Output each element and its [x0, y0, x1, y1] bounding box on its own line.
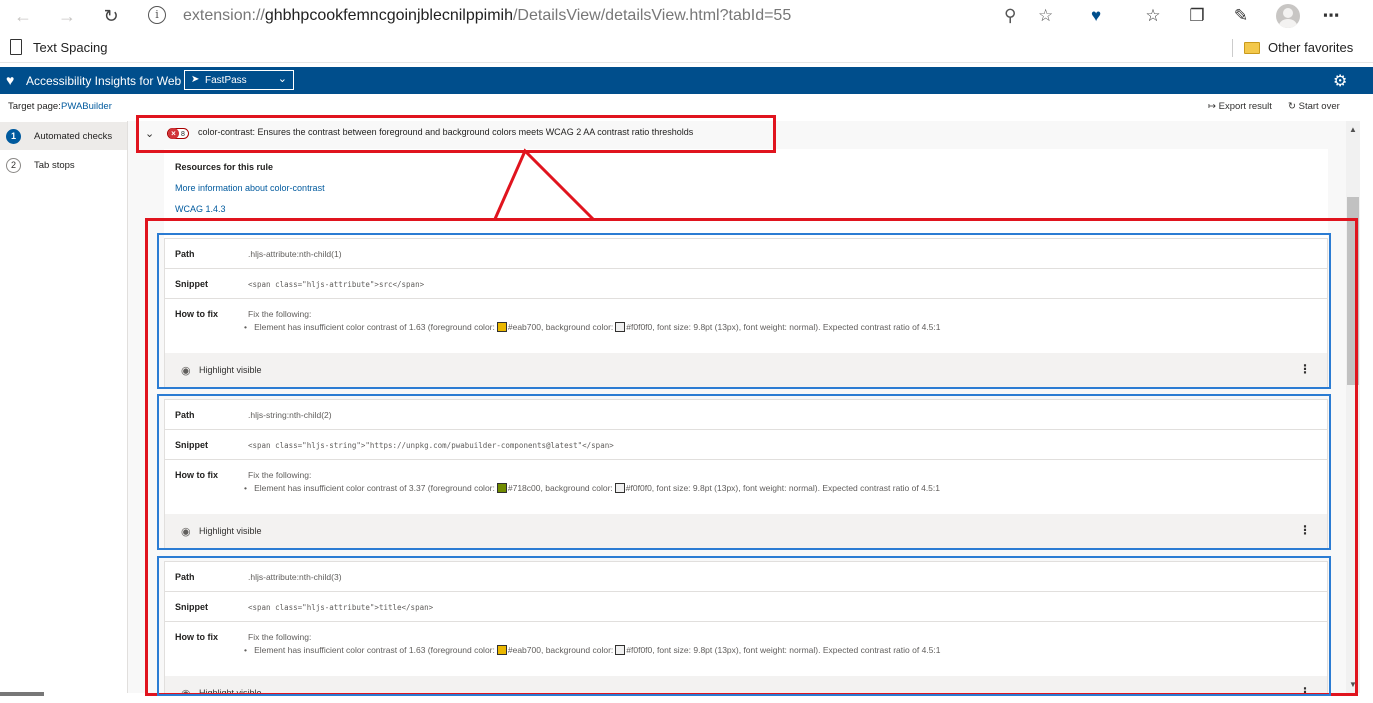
favorites-list-icon[interactable]: ☆: [1142, 6, 1164, 26]
scroll-up-icon[interactable]: ▲: [1349, 125, 1357, 134]
url-prefix: extension://: [183, 7, 265, 24]
back-arrow-icon[interactable]: ←: [12, 5, 34, 27]
browser-toolbar: ← → ↻ i extension://ghbhpcookfemncgoinjb…: [0, 0, 1373, 33]
nav-item-label: Automated checks: [34, 131, 113, 142]
star-icon[interactable]: ☆: [1038, 6, 1053, 26]
target-page-link[interactable]: PWABuilder: [61, 101, 112, 112]
url-host: ghbhpcookfemncgoinjblecnilppimih: [264, 7, 513, 24]
url-path: /DetailsView/detailsView.html?tabId=55: [512, 7, 792, 24]
start-over-icon: ↻: [1288, 101, 1296, 112]
favorites-divider: [1232, 39, 1233, 57]
accessibility-insights-logo-icon: ♥: [6, 72, 15, 88]
annotation-failure-box-2: [157, 394, 1331, 550]
annotation-failure-box-1: [157, 233, 1331, 389]
favorites-bar: Text Spacing Other favorites: [0, 33, 1373, 63]
info-icon[interactable]: i: [148, 6, 166, 24]
other-favorites[interactable]: Other favorites: [1268, 40, 1353, 55]
collections-icon[interactable]: ❐: [1186, 6, 1208, 26]
more-info-link[interactable]: More information about color-contrast: [175, 183, 325, 193]
nav-item-tab-stops[interactable]: 2 Tab stops: [0, 151, 127, 179]
address-bar[interactable]: i extension://ghbhpcookfemncgoinjblecnil…: [138, 2, 1068, 30]
folder-icon: [1244, 42, 1260, 54]
accessibility-insights-extension-icon[interactable]: ♥: [1085, 6, 1107, 26]
start-over-label: Start over: [1298, 101, 1340, 112]
step-number: 2: [6, 158, 21, 173]
export-icon: ↦: [1208, 101, 1216, 112]
annotation-rule-box: [136, 115, 776, 153]
gear-icon[interactable]: ⚙: [1333, 71, 1347, 91]
resources-title: Resources for this rule: [175, 162, 274, 172]
export-result-label: Export result: [1218, 101, 1272, 112]
refresh-icon[interactable]: ↻: [100, 5, 122, 27]
fastpass-icon: ➤: [191, 74, 200, 85]
feedback-icon[interactable]: ✎: [1230, 6, 1252, 26]
page-icon: [10, 39, 22, 55]
left-nav: 1 Automated checks 2 Tab stops: [0, 121, 128, 693]
export-result-button[interactable]: ↦ Export result: [1208, 101, 1272, 112]
url-text[interactable]: extension://ghbhpcookfemncgoinjblecnilpp…: [183, 7, 791, 25]
target-page-label: Target page:: [8, 101, 61, 112]
app-header: ♥ Accessibility Insights for Web ➤ FastP…: [0, 67, 1373, 94]
mode-label: FastPass: [205, 75, 247, 86]
app-title: Accessibility Insights for Web: [26, 74, 182, 88]
more-menu-icon[interactable]: ⋯: [1320, 6, 1342, 26]
forward-arrow-icon[interactable]: →: [56, 5, 78, 27]
zoom-icon[interactable]: ⚲: [1004, 6, 1016, 26]
start-over-button[interactable]: ↻ Start over: [1288, 101, 1340, 112]
favorite-text-spacing[interactable]: Text Spacing: [33, 40, 107, 55]
nav-item-label: Tab stops: [34, 160, 75, 171]
step-number: 1: [6, 129, 21, 144]
horizontal-scroll-indicator: [0, 692, 44, 696]
annotation-failure-box-3: [157, 556, 1331, 696]
wcag-link[interactable]: WCAG 1.4.3: [175, 204, 226, 214]
profile-avatar[interactable]: [1276, 4, 1300, 28]
mode-selector[interactable]: ➤ FastPass ⌄: [184, 70, 294, 90]
nav-item-automated-checks[interactable]: 1 Automated checks: [0, 122, 127, 150]
chevron-down-icon: ⌄: [277, 73, 287, 85]
